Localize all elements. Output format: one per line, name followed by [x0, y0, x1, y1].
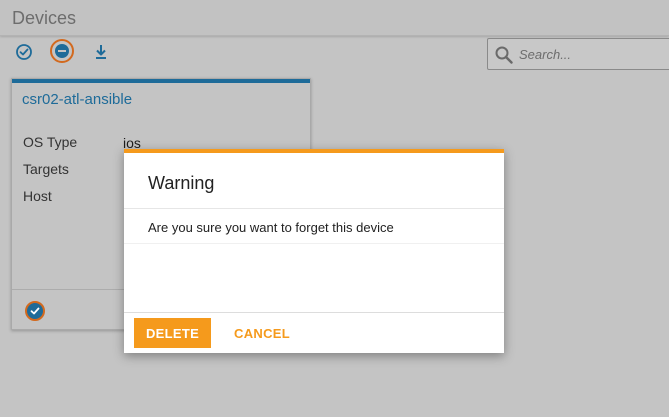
- minus-circle-icon: [55, 44, 69, 58]
- targets-label: Targets: [23, 161, 69, 177]
- dialog-divider: [124, 208, 504, 209]
- check-circle-icon: [16, 44, 32, 60]
- download-button[interactable]: [89, 40, 113, 64]
- search-box: [487, 38, 669, 70]
- card-accent-bar: [12, 79, 310, 83]
- page-title: Devices: [12, 8, 77, 28]
- page-header: Devices: [0, 0, 669, 36]
- delete-button[interactable]: DELETE: [134, 318, 211, 348]
- dialog-title: Warning: [148, 173, 215, 193]
- devices-page: Devices csr02-atl-ansible OS Type ios: [0, 0, 669, 417]
- check-icon: [30, 307, 40, 315]
- dialog-message: Are you sure you want to forget this dev…: [148, 220, 394, 235]
- device-name-link[interactable]: csr02-atl-ansible: [22, 91, 132, 108]
- os-type-label: OS Type: [23, 134, 78, 150]
- download-icon: [96, 45, 106, 59]
- dialog-footer: DELETE CANCEL: [124, 312, 504, 353]
- host-label: Host: [23, 188, 52, 204]
- card-select-checkbox[interactable]: [25, 301, 45, 321]
- cancel-button[interactable]: CANCEL: [224, 318, 300, 348]
- warning-dialog: Warning Are you sure you want to forget …: [124, 149, 504, 353]
- dialog-accent-bar: [124, 149, 504, 153]
- search-icon: [495, 46, 513, 64]
- select-all-button[interactable]: [12, 40, 36, 64]
- dialog-divider: [124, 243, 504, 244]
- search-input[interactable]: [519, 44, 669, 64]
- forget-device-button[interactable]: [50, 39, 74, 63]
